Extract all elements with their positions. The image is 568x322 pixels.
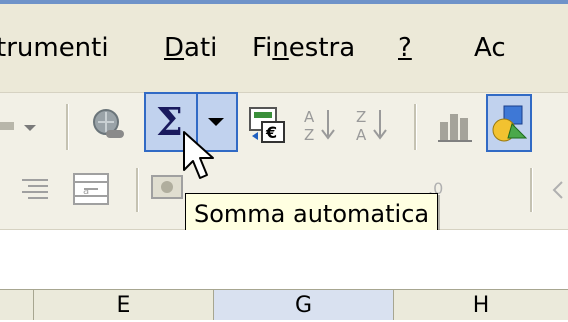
tooltip: Somma automatica <box>185 193 439 235</box>
menu-label-pre: Fi <box>252 33 273 63</box>
sort-ascending-icon[interactable]: A Z <box>304 106 340 146</box>
align-right-icon[interactable] <box>18 176 52 206</box>
sigma-icon: Σ <box>156 99 183 144</box>
column-header-partial[interactable] <box>0 290 34 320</box>
menu-ac[interactable]: Ac <box>474 32 506 64</box>
tooltip-text: Somma automatica <box>194 200 430 228</box>
menu-dati[interactable]: Dati <box>164 32 217 64</box>
svg-text:Z: Z <box>356 108 366 126</box>
mouse-cursor-icon <box>183 131 214 179</box>
sort-descending-icon[interactable]: Z A <box>356 106 392 146</box>
menu-help[interactable]: ? <box>398 32 412 64</box>
svg-text:€: € <box>265 123 277 142</box>
menu-mnemonic: ? <box>398 33 412 63</box>
menu-mnemonic: n <box>272 33 289 63</box>
toolbar-separator <box>66 104 69 150</box>
chart-wizard-icon[interactable] <box>436 108 476 144</box>
menu-label-rest: estra <box>288 33 356 63</box>
drawing-toggle-button[interactable] <box>486 94 532 152</box>
menu-label-rest: ati <box>184 33 218 63</box>
column-header-h[interactable]: H <box>394 290 568 320</box>
column-headers: E G H <box>0 289 568 320</box>
menu-label: trumenti <box>0 33 109 63</box>
svg-text:A: A <box>304 108 315 126</box>
toolbar-separator <box>136 168 139 212</box>
partial-left-icon[interactable] <box>0 112 40 142</box>
partial-right-icon[interactable] <box>548 176 568 206</box>
svg-text:Z: Z <box>304 126 314 144</box>
svg-text:A: A <box>356 126 367 144</box>
column-header-g[interactable]: G <box>214 290 394 320</box>
menu-finestra[interactable]: Finestra <box>252 32 355 64</box>
menu-label: Ac <box>474 33 506 63</box>
svg-text:a: a <box>83 186 89 197</box>
drawing-icon <box>492 105 528 142</box>
column-header-e[interactable]: E <box>34 290 214 320</box>
menu-bar: trumenti Dati Finestra ? Ac <box>0 4 568 93</box>
dropdown-arrow-icon <box>208 118 224 126</box>
euro-conversion-icon[interactable]: € <box>248 106 288 146</box>
toolbar-separator <box>530 168 533 212</box>
menu-strumenti[interactable]: trumenti <box>0 32 109 64</box>
hyperlink-icon[interactable] <box>88 106 128 146</box>
menu-mnemonic: D <box>164 33 185 63</box>
merge-center-icon[interactable]: a <box>72 172 112 208</box>
toolbar-separator <box>414 104 417 150</box>
